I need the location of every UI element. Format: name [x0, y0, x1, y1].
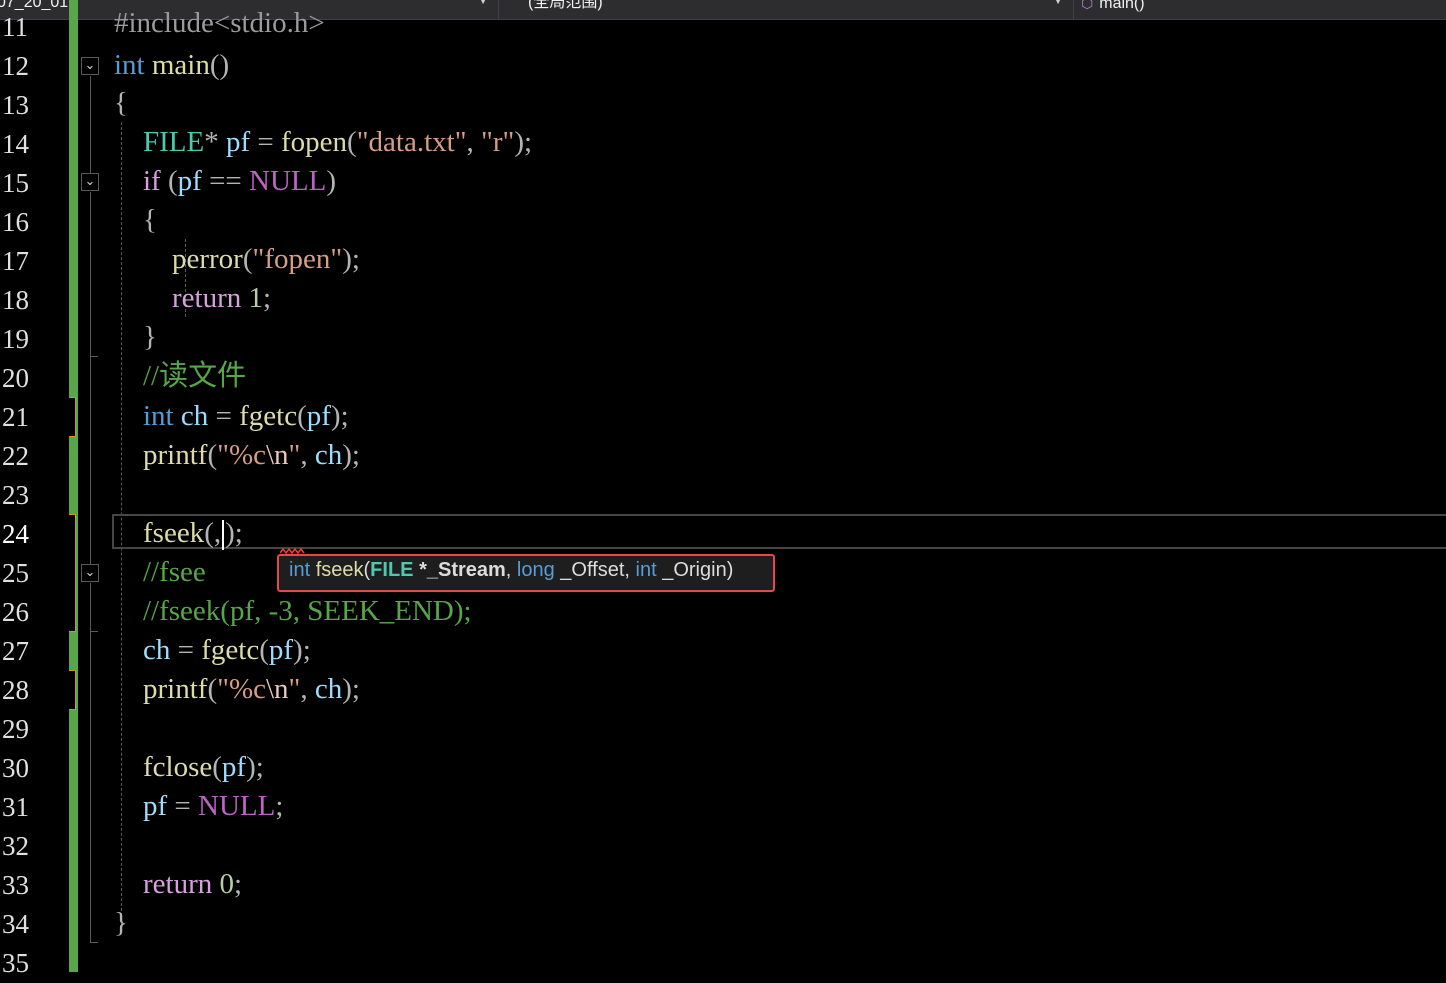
code-line: }	[143, 321, 157, 353]
code-line: int ch = fgetc(pf);	[143, 400, 349, 432]
function-name: main()	[1099, 0, 1145, 12]
line-number-current: 24	[2, 519, 29, 549]
code-line: {	[143, 204, 157, 236]
line-number: 12	[2, 51, 29, 81]
code-line: //fsee	[114, 553, 206, 592]
scope-dropdown-value: (全局范围)	[528, 0, 603, 11]
code-line: return 1;	[172, 282, 272, 314]
code-line: perror("fopen");	[172, 243, 360, 275]
text-caret	[222, 520, 225, 551]
line-number: 22	[2, 441, 29, 471]
line-number: 23	[2, 480, 29, 510]
current-line-highlight	[112, 514, 1446, 549]
unsaved-change-marker	[69, 397, 76, 437]
chevron-down-icon: ▼	[1052, 0, 1064, 7]
code-line: ch = fgetc(pf);	[143, 634, 311, 666]
line-number: 30	[2, 753, 29, 783]
line-number: 15	[2, 168, 29, 198]
collapse-comment-icon[interactable]: ⌄	[81, 564, 99, 582]
outline-line	[90, 76, 91, 174]
unsaved-change-marker	[69, 514, 76, 632]
function-name: fseek	[315, 559, 364, 581]
param3-type: int	[635, 559, 657, 581]
code-line: fclose(pf);	[143, 751, 264, 783]
line-number: 19	[2, 324, 29, 354]
close-paren: )	[726, 559, 734, 581]
line-number: 35	[2, 948, 29, 978]
outline-end	[90, 631, 98, 632]
outline-line	[90, 192, 91, 356]
code-line-current[interactable]: fseek(,);	[114, 514, 243, 553]
comment: //fseek(pf, -3, SEEK_END);	[143, 595, 472, 627]
code-line: pf = NULL;	[143, 790, 284, 822]
line-number: 34	[2, 909, 29, 939]
code-line: #include<stdio.h>	[114, 4, 325, 43]
outline-end	[90, 356, 98, 357]
scope-dropdown[interactable]: (全局范围) ▼	[502, 0, 1070, 19]
nav-separator	[498, 0, 499, 19]
code-line: {	[114, 87, 128, 119]
param1-type: FILE	[370, 559, 414, 581]
param2-name: _Offset	[554, 559, 625, 581]
code-line: //fseek(pf, -3, SEEK_END);	[114, 592, 472, 631]
function-dropdown[interactable]: ⬡ main()	[1077, 0, 1446, 19]
line-number: 14	[2, 129, 29, 159]
code-editor[interactable]: 11 12 13 14 15 16 17 18 19 20 21 22 23 2…	[0, 0, 1446, 978]
comment: //读文件	[143, 360, 247, 392]
signature-help-tooltip: int fseek(FILE *_Stream, long _Offset, i…	[277, 554, 775, 592]
line-number: 18	[2, 285, 29, 315]
param3-name: _Origin	[656, 559, 727, 581]
code-line: printf("%c\n", ch);	[143, 439, 360, 471]
line-number: 21	[2, 402, 29, 432]
line-number: 27	[2, 636, 29, 666]
outline-line	[90, 583, 91, 631]
function-dropdown-value: ⬡ main()	[1081, 0, 1145, 12]
unsaved-change-marker	[69, 670, 76, 710]
line-number: 33	[2, 870, 29, 900]
code-line: int main()	[114, 49, 230, 81]
line-number: 28	[2, 675, 29, 705]
line-number: 16	[2, 207, 29, 237]
line-number: 11	[2, 12, 28, 42]
nav-separator	[1073, 0, 1074, 19]
preprocessor-directive: #include<stdio.h>	[114, 7, 325, 39]
code-line: return 0;	[143, 868, 243, 900]
collapse-main-icon[interactable]: ⌄	[81, 57, 99, 75]
chevron-down-icon: ▼	[477, 0, 489, 7]
line-number: 31	[2, 792, 29, 822]
line-number: 25	[2, 558, 29, 588]
outline-line	[90, 632, 91, 942]
outline-end	[90, 942, 98, 943]
line-number: 17	[2, 246, 29, 276]
line-number: 13	[2, 90, 29, 120]
return-type: int	[289, 559, 311, 581]
param1-name: *_Stream	[413, 559, 506, 581]
function-cube-icon: ⬡	[1081, 0, 1094, 11]
code-line: FILE* pf = fopen("data.txt", "r");	[143, 126, 533, 158]
line-number: 20	[2, 363, 29, 393]
line-number: 26	[2, 597, 29, 627]
saved-changes-bar	[69, 0, 78, 972]
code-line: printf("%c\n", ch);	[143, 673, 360, 705]
line-number: 29	[2, 714, 29, 744]
line-number: 32	[2, 831, 29, 861]
collapse-if-icon[interactable]: ⌄	[81, 173, 99, 191]
outline-line	[90, 357, 91, 565]
param2-type: long	[516, 559, 555, 581]
comment: //fsee	[143, 556, 206, 588]
code-line: }	[114, 907, 128, 939]
code-line: if (pf == NULL)	[143, 165, 337, 197]
code-line: //读文件	[114, 357, 246, 396]
